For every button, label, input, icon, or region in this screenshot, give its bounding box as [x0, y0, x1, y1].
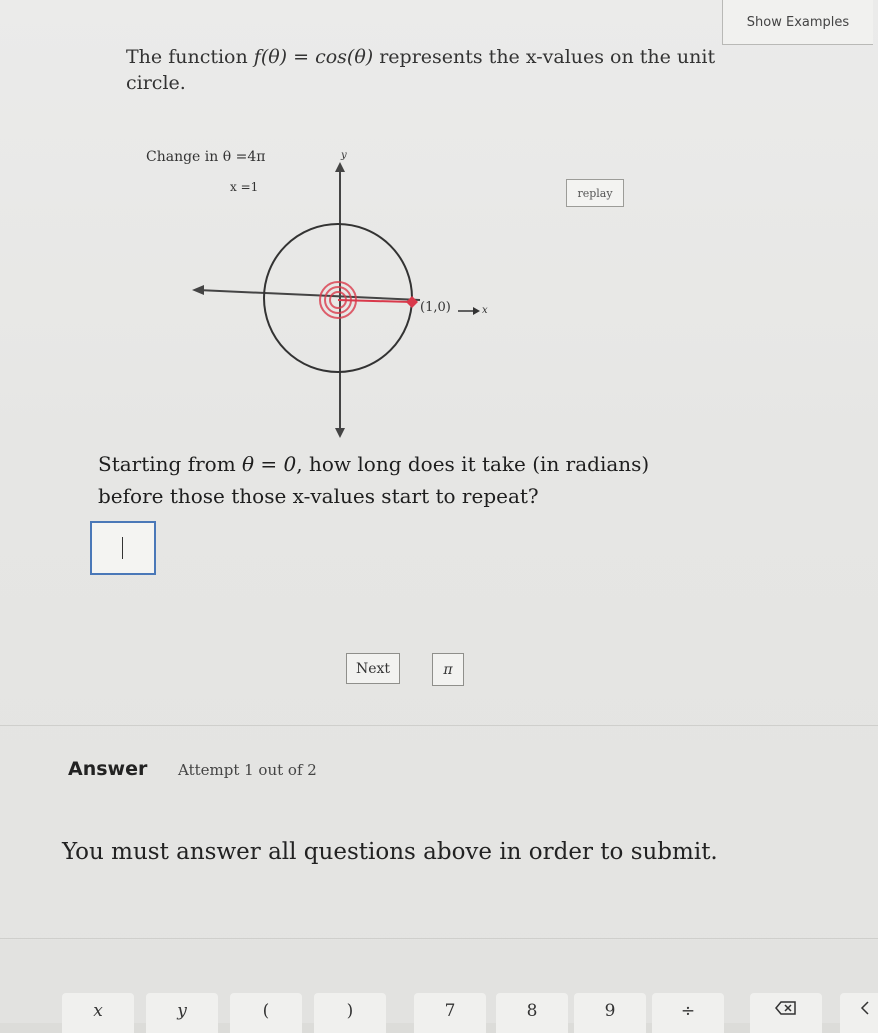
intro-text: The function f(θ) = cos(θ) represents th… — [126, 44, 726, 96]
intro-function: f(θ) = cos(θ) — [253, 46, 374, 68]
key-backspace[interactable] — [750, 993, 822, 1033]
point-label: (1,0) — [420, 300, 451, 315]
attempt-counter: Attempt 1 out of 2 — [178, 761, 317, 779]
show-examples-button[interactable]: Show Examples — [722, 0, 873, 45]
submit-requirement-message: You must answer all questions above in o… — [62, 839, 718, 865]
unit-circle-graph — [192, 162, 480, 438]
chevron-left-icon — [860, 1001, 869, 1015]
y-axis-arrow-up — [335, 162, 345, 172]
page: Show Examples The function f(θ) = cos(θ)… — [0, 0, 878, 1033]
answer-input[interactable] — [90, 521, 156, 575]
key-close-paren[interactable]: ) — [314, 993, 386, 1033]
next-button[interactable]: Next — [346, 653, 400, 684]
question-text: Starting from θ = 0, how long does it ta… — [98, 448, 718, 512]
key-8[interactable]: 8 — [496, 993, 568, 1033]
radius-line — [337, 299, 413, 303]
y-axis-label: y — [341, 150, 347, 161]
x-axis-arrow-left — [192, 285, 204, 295]
intro-prefix: The function — [126, 46, 254, 68]
replay-button[interactable]: replay — [566, 179, 624, 207]
backspace-icon — [775, 1001, 796, 1015]
x-axis — [197, 289, 421, 301]
section-divider — [0, 725, 878, 726]
key-open-paren[interactable]: ( — [230, 993, 302, 1033]
key-y[interactable]: y — [146, 993, 218, 1033]
key-7[interactable]: 7 — [414, 993, 486, 1033]
point-marker — [406, 296, 418, 308]
question-math: θ = 0 — [242, 452, 297, 476]
y-axis-arrow-down — [335, 428, 345, 438]
keyboard-divider — [0, 938, 878, 939]
key-left-arrow[interactable] — [840, 993, 878, 1033]
answer-heading: Answer — [68, 758, 148, 780]
key-9[interactable]: 9 — [574, 993, 646, 1033]
question-prefix: Starting from — [98, 452, 243, 476]
key-x[interactable]: x — [62, 993, 134, 1033]
pi-button[interactable]: π — [432, 653, 464, 686]
key-divide[interactable]: ÷ — [652, 993, 724, 1033]
x-axis-label: x — [482, 305, 488, 316]
text-caret — [122, 537, 123, 559]
